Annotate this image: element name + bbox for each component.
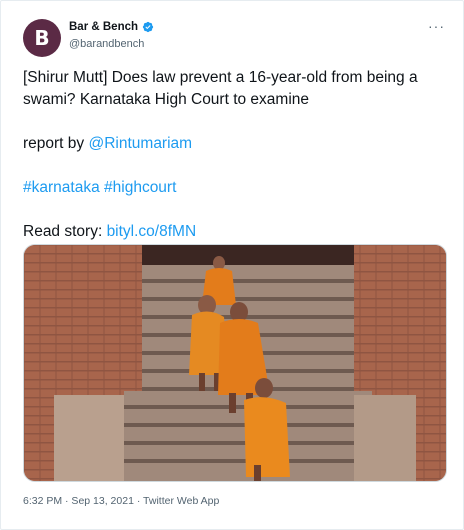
tweet-text: [Shirur Mutt] Does law prevent a 16-year… [23, 67, 443, 243]
mention-link[interactable]: @Rintumariam [88, 135, 192, 152]
author-display-name[interactable]: Bar & Bench [69, 21, 138, 33]
read-prefix: Read story: [23, 223, 107, 240]
hashtag-link-highcourt[interactable]: #highcourt [104, 179, 176, 196]
report-prefix: report by [23, 135, 89, 152]
author-name-row: Bar & Bench [69, 21, 154, 33]
tweet-read-line: Read story: bityl.co/8fMN [23, 221, 443, 243]
more-options-icon[interactable]: ··· [428, 19, 445, 33]
avatar-letter: B [34, 26, 50, 50]
tweet-card: B Bar & Bench @barandbench ··· [Shirur M… [0, 0, 464, 530]
tweet-hashtags: #karnataka #highcourt [23, 177, 443, 199]
tweet-photo[interactable] [23, 244, 447, 482]
tweet-report-line: report by @Rintumariam [23, 133, 443, 155]
author-handle[interactable]: @barandbench [69, 38, 144, 50]
hashtag-link-karnataka[interactable]: #karnataka [23, 179, 100, 196]
verified-badge-icon [142, 21, 154, 33]
story-link[interactable]: bityl.co/8fMN [107, 223, 197, 240]
author-avatar[interactable]: B [23, 19, 61, 57]
tweet-headline: [Shirur Mutt] Does law prevent a 16-year… [23, 69, 418, 108]
photo-icon [24, 245, 446, 481]
tweet-timestamp[interactable]: 6:32 PM · Sep 13, 2021 · Twitter Web App [23, 495, 219, 507]
